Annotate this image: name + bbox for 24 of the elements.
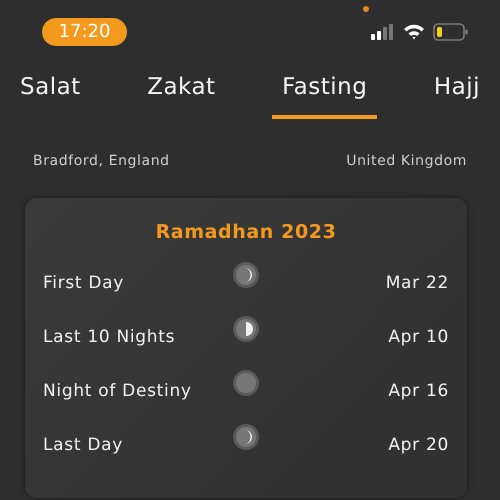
event-label: Last 10 Nights <box>43 326 176 350</box>
tab[interactable]: Hajj <box>424 66 490 118</box>
status-time: 17:20 <box>42 18 127 46</box>
event-date: Apr 20 <box>387 434 449 458</box>
event-date: Mar 22 <box>384 272 449 296</box>
event-label: First Day <box>43 272 126 296</box>
card-title: Ramadhan 2023 <box>154 220 338 244</box>
indicator-dot <box>363 6 369 12</box>
event-label: Night of Destiny <box>43 380 193 404</box>
moon-icon <box>232 369 260 397</box>
event-label: Last Day <box>43 434 124 458</box>
signal-icon <box>371 24 395 40</box>
tab[interactable]: Salat <box>10 66 91 118</box>
country-label: United Kingdom <box>346 152 467 170</box>
crescent-moon-icon <box>232 423 260 451</box>
crescent-moon-icon <box>232 261 260 289</box>
event-date: Apr 16 <box>387 380 449 404</box>
event-date: Apr 10 <box>387 326 449 350</box>
half-moon-icon <box>232 315 260 343</box>
wifi-icon <box>403 24 425 40</box>
tab[interactable]: Zakat <box>137 66 226 118</box>
city-label: Bradford, England <box>33 152 170 170</box>
tab[interactable]: Fasting <box>272 66 378 118</box>
battery-icon <box>433 23 468 41</box>
